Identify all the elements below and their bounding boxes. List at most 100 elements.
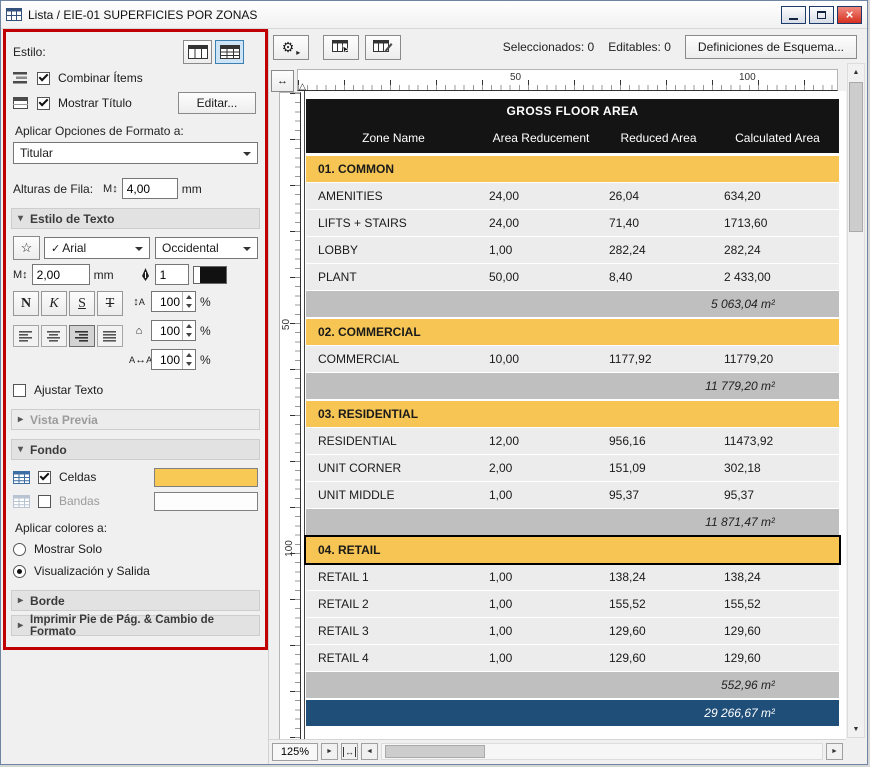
pen-color-swatch[interactable] bbox=[193, 266, 227, 284]
select-scheme-items-button[interactable] bbox=[323, 35, 359, 60]
section-header-row[interactable]: 04. RETAIL bbox=[306, 537, 839, 563]
script-select[interactable]: Occidental bbox=[155, 237, 258, 259]
zone-cell[interactable]: 129,60 bbox=[716, 624, 839, 638]
align-right-button[interactable] bbox=[69, 325, 95, 347]
table-total-row[interactable]: 29 266,67 m² bbox=[306, 700, 839, 726]
scheme-settings-button[interactable]: Definiciones de Esquema... bbox=[685, 35, 857, 59]
zone-table[interactable]: GROSS FLOOR AREAZone NameArea Reducement… bbox=[306, 99, 839, 727]
bands-checkbox[interactable] bbox=[38, 495, 51, 508]
zone-cell[interactable]: 1,00 bbox=[481, 651, 601, 665]
vertical-scrollbar[interactable]: ▲ ▼ bbox=[847, 63, 865, 738]
scroll-down-button[interactable]: ▼ bbox=[848, 721, 864, 737]
section-subtotal-row[interactable]: 5 063,04 m² bbox=[306, 291, 839, 317]
strikethrough-button[interactable]: T bbox=[97, 291, 123, 316]
combine-items-checkbox[interactable] bbox=[37, 72, 50, 85]
table-title[interactable]: GROSS FLOOR AREA bbox=[306, 99, 839, 123]
vertical-scrollbar-thumb[interactable] bbox=[849, 82, 863, 232]
horizontal-scrollbar[interactable] bbox=[381, 743, 823, 760]
maximize-button[interactable] bbox=[809, 6, 834, 24]
settings-button[interactable]: ⚙ ▸ bbox=[273, 35, 309, 60]
border-section-header[interactable]: ▸ Borde bbox=[11, 590, 260, 611]
column-header[interactable]: Zone Name bbox=[306, 131, 481, 145]
italic-button[interactable]: K bbox=[41, 291, 67, 316]
zone-cell[interactable]: 302,18 bbox=[716, 461, 839, 475]
zone-cell[interactable]: 50,00 bbox=[481, 270, 601, 284]
zone-cell[interactable]: 2 433,00 bbox=[716, 270, 839, 284]
zone-row[interactable]: UNIT CORNER2,00151,09302,18 bbox=[306, 455, 839, 481]
bold-button[interactable]: N bbox=[13, 291, 39, 316]
zone-cell[interactable]: 129,60 bbox=[601, 624, 716, 638]
horizontal-ruler[interactable]: 50 100 △ bbox=[297, 69, 838, 91]
text-style-section-header[interactable]: ▾ Estilo de Texto bbox=[11, 208, 260, 229]
zone-cell[interactable]: 138,24 bbox=[716, 570, 839, 584]
zoom-menu-button[interactable]: ► bbox=[321, 743, 338, 760]
edit-scheme-button[interactable] bbox=[365, 35, 401, 60]
zone-cell[interactable]: 26,04 bbox=[601, 189, 716, 203]
zone-cell[interactable]: 1177,92 bbox=[601, 352, 716, 366]
zone-cell[interactable]: 1,00 bbox=[481, 624, 601, 638]
show-title-checkbox[interactable] bbox=[37, 97, 50, 110]
zone-row[interactable]: RETAIL 41,00129,60129,60 bbox=[306, 645, 839, 671]
column-header[interactable]: Reduced Area bbox=[601, 131, 716, 145]
spin-up-icon[interactable] bbox=[183, 350, 195, 360]
bands-color-swatch[interactable] bbox=[154, 492, 258, 511]
zone-cell[interactable]: 95,37 bbox=[601, 488, 716, 502]
align-justify-button[interactable] bbox=[97, 325, 123, 347]
zone-cell[interactable]: 24,00 bbox=[481, 189, 601, 203]
font-select[interactable]: ✓ Arial bbox=[44, 237, 150, 259]
background-section-header[interactable]: ▾ Fondo bbox=[11, 439, 260, 460]
zone-cell[interactable]: 129,60 bbox=[716, 651, 839, 665]
scroll-right-button[interactable]: ► bbox=[826, 743, 843, 760]
spin-up-icon[interactable] bbox=[183, 292, 195, 302]
line-spacing-input[interactable] bbox=[152, 292, 182, 311]
zone-cell[interactable]: 956,16 bbox=[601, 434, 716, 448]
view-and-output-radio[interactable] bbox=[13, 565, 26, 578]
zone-cell[interactable]: 282,24 bbox=[601, 243, 716, 257]
zone-cell[interactable]: COMMERCIAL bbox=[306, 352, 481, 366]
zone-row[interactable]: LIFTS + STAIRS24,0071,401713,60 bbox=[306, 210, 839, 236]
zone-cell[interactable]: AMENITIES bbox=[306, 189, 481, 203]
zone-row[interactable]: PLANT50,008,402 433,00 bbox=[306, 264, 839, 290]
edit-button[interactable]: Editar... bbox=[178, 92, 256, 114]
zone-row[interactable]: RETAIL 11,00138,24138,24 bbox=[306, 564, 839, 590]
zone-cell[interactable]: 138,24 bbox=[601, 570, 716, 584]
horizontal-scrollbar-thumb[interactable] bbox=[385, 745, 485, 758]
fit-width-button[interactable]: ↔ bbox=[341, 743, 358, 760]
zone-cell[interactable]: 1,00 bbox=[481, 488, 601, 502]
column-header[interactable]: Area Reducement bbox=[481, 131, 601, 145]
style-grid-button[interactable] bbox=[215, 40, 244, 64]
ruler-options-button[interactable]: ↔ bbox=[271, 70, 294, 92]
cells-color-swatch[interactable] bbox=[154, 468, 258, 487]
zone-cell[interactable]: RETAIL 2 bbox=[306, 597, 481, 611]
zone-cell[interactable]: 11779,20 bbox=[716, 352, 839, 366]
text-height-input[interactable] bbox=[32, 264, 90, 285]
zone-cell[interactable]: 10,00 bbox=[481, 352, 601, 366]
zone-cell[interactable]: 8,40 bbox=[601, 270, 716, 284]
align-left-button[interactable] bbox=[13, 325, 39, 347]
zone-cell[interactable]: 282,24 bbox=[716, 243, 839, 257]
zone-cell[interactable]: 95,37 bbox=[716, 488, 839, 502]
zone-cell[interactable]: 24,00 bbox=[481, 216, 601, 230]
zone-cell[interactable]: 155,52 bbox=[601, 597, 716, 611]
align-center-button[interactable] bbox=[41, 325, 67, 347]
zone-cell[interactable]: RETAIL 3 bbox=[306, 624, 481, 638]
spin-up-icon[interactable] bbox=[183, 321, 195, 331]
spin-down-icon[interactable] bbox=[183, 331, 195, 341]
cells-checkbox[interactable] bbox=[38, 471, 51, 484]
zone-cell[interactable]: RETAIL 4 bbox=[306, 651, 481, 665]
char-spacing-input[interactable] bbox=[152, 350, 182, 369]
scroll-up-button[interactable]: ▲ bbox=[848, 64, 864, 80]
section-header-row[interactable]: 03. RESIDENTIAL bbox=[306, 401, 839, 427]
table-column-header-row[interactable]: Zone NameArea ReducementReduced AreaCalc… bbox=[306, 123, 839, 153]
section-subtotal-row[interactable]: 552,96 m² bbox=[306, 672, 839, 698]
zone-cell[interactable]: 1,00 bbox=[481, 243, 601, 257]
zone-row[interactable]: RETAIL 31,00129,60129,60 bbox=[306, 618, 839, 644]
scroll-left-button[interactable]: ◄ bbox=[361, 743, 378, 760]
style-columns-button[interactable] bbox=[183, 40, 212, 64]
char-width-input[interactable] bbox=[152, 321, 182, 340]
zone-cell[interactable]: 12,00 bbox=[481, 434, 601, 448]
pen-number-input[interactable] bbox=[155, 264, 189, 285]
zone-cell[interactable]: 1713,60 bbox=[716, 216, 839, 230]
zone-cell[interactable]: 151,09 bbox=[601, 461, 716, 475]
section-subtotal-row[interactable]: 11 871,47 m² bbox=[306, 509, 839, 535]
